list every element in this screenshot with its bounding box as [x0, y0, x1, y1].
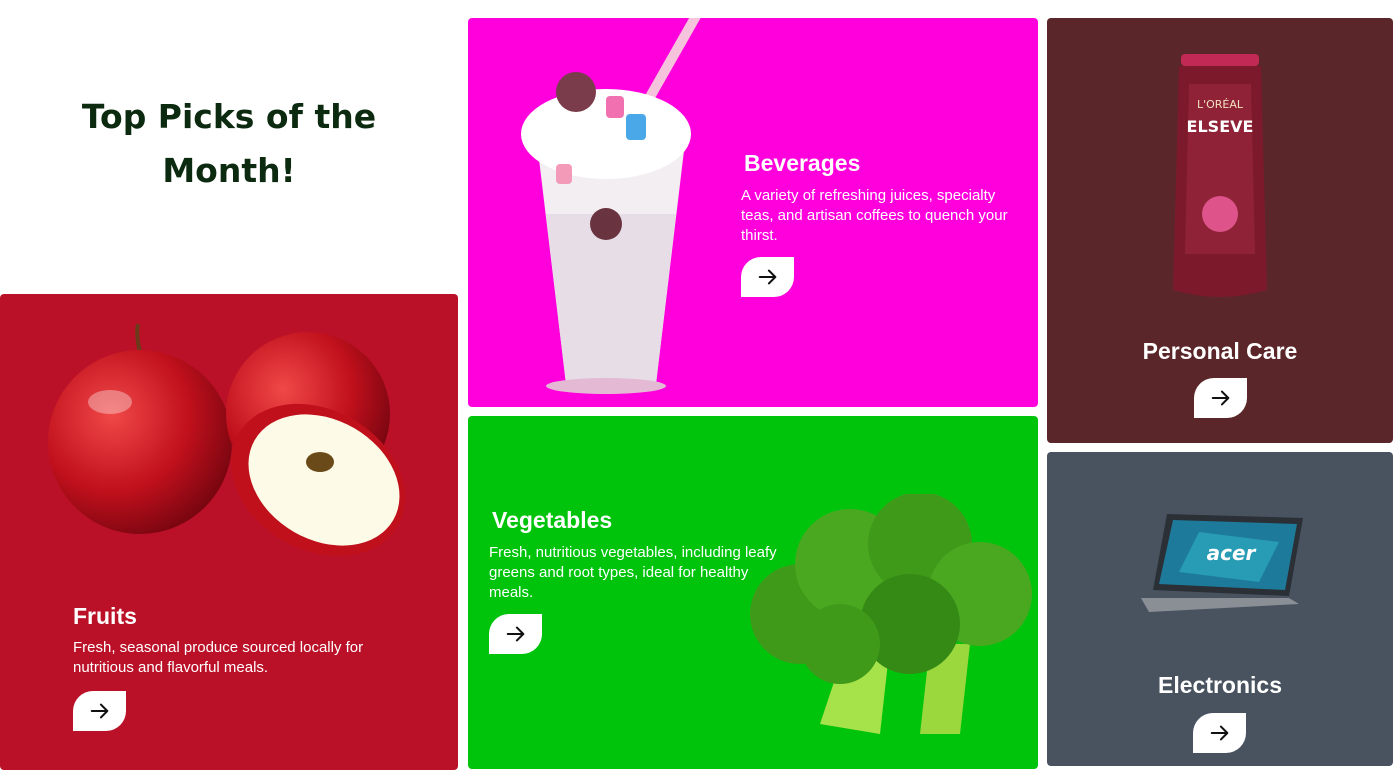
top-picks-section: Top Picks of the Month! Fruits Fresh, se…: [0, 0, 1393, 770]
card-description: Fresh, seasonal produce sourced locally …: [73, 639, 364, 676]
beverages-arrow-button[interactable]: [741, 257, 794, 297]
electronics-arrow-button[interactable]: [1193, 713, 1246, 753]
product-brand-text: L'ORÉAL: [1197, 98, 1244, 111]
category-card-electronics[interactable]: acer Electronics: [1047, 452, 1393, 766]
milkshake-image: [521, 18, 701, 394]
product-brand-text: acer: [1207, 541, 1257, 565]
personal-care-arrow-button[interactable]: [1194, 378, 1247, 418]
category-card-beverages[interactable]: Beverages A variety of refreshing juices…: [468, 18, 1038, 407]
category-card-personal-care[interactable]: L'ORÉAL ELSEVE Personal Care: [1047, 18, 1393, 443]
shampoo-bottle-image: L'ORÉAL ELSEVE: [1173, 54, 1267, 297]
heading-line-1: Top Picks of the: [81, 97, 377, 136]
card-description: A variety of refreshing juices, specialt…: [741, 187, 1008, 244]
card-title: Vegetables: [492, 507, 613, 533]
category-card-vegetables[interactable]: Vegetables Fresh, nutritious vegetables,…: [468, 416, 1038, 769]
arrow-right-icon: [1210, 725, 1228, 741]
broccoli-image: [750, 494, 1032, 734]
card-title: Fruits: [73, 603, 137, 629]
laptop-image: acer: [1141, 514, 1303, 612]
vegetables-arrow-button[interactable]: [489, 614, 542, 654]
card-title: Beverages: [744, 150, 861, 176]
section-heading: Top Picks of the Month!: [0, 90, 458, 198]
category-card-fruits[interactable]: Fruits Fresh, seasonal produce sourced l…: [0, 294, 458, 770]
card-title: Electronics: [1158, 672, 1282, 698]
card-title: Personal Care: [1142, 338, 1298, 364]
apples-image: [48, 323, 406, 557]
fruits-arrow-button[interactable]: [73, 691, 126, 731]
arrow-right-icon: [1211, 390, 1229, 406]
heading-line-2: Month!: [162, 151, 296, 190]
arrow-right-icon: [758, 269, 776, 285]
product-name-text: ELSEVE: [1187, 117, 1254, 136]
arrow-right-icon: [90, 703, 108, 719]
arrow-right-icon: [506, 626, 524, 642]
